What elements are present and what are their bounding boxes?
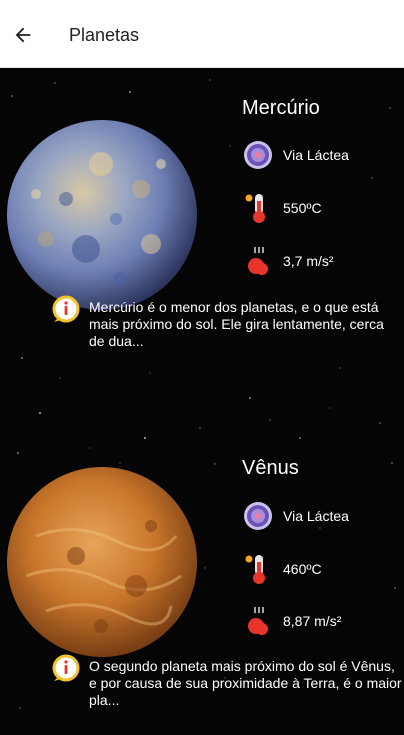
galaxy-icon [242, 500, 274, 532]
galaxy-value: Via Láctea [283, 508, 349, 524]
temperature-value: 460ºC [283, 561, 322, 577]
back-button[interactable] [8, 20, 38, 50]
galaxy-row: Via Láctea [242, 139, 349, 171]
planet-description: Mercúrio é o menor dos planetas, e o que… [52, 295, 402, 350]
planet-name: Mercúrio [242, 97, 320, 119]
gravity-value: 8,87 m/s² [283, 613, 342, 629]
arrow-left-icon [15, 27, 31, 43]
venus-planet-image [7, 467, 197, 657]
thermometer-icon [242, 192, 274, 224]
planet-name: Vênus [242, 457, 299, 479]
description-text: Mercúrio é o menor dos planetas, e o que… [89, 299, 384, 349]
gravity-icon [242, 245, 274, 277]
temperature-row: 550ºC [242, 192, 322, 224]
info-icon [52, 654, 80, 682]
gravity-icon [242, 605, 274, 637]
planet-description: O segundo planeta mais próximo do sol é … [52, 654, 402, 709]
galaxy-value: Via Láctea [283, 147, 349, 163]
gravity-value: 3,7 m/s² [283, 253, 334, 269]
gravity-row: 3,7 m/s² [242, 245, 334, 277]
description-text: O segundo planeta mais próximo do sol é … [89, 658, 402, 708]
app-bar: Planetas [0, 0, 404, 68]
galaxy-row: Via Láctea [242, 500, 349, 532]
mercury-planet-image [7, 120, 197, 310]
gravity-row: 8,87 m/s² [242, 605, 341, 637]
info-icon [52, 295, 80, 323]
temperature-value: 550ºC [283, 200, 322, 216]
page-title: Planetas [69, 25, 140, 45]
planet-list[interactable]: Mercúrio Via Láctea 550ºC 3,7 m/s² Mercú… [0, 68, 404, 735]
temperature-row: 460ºC [242, 553, 322, 585]
galaxy-icon [242, 139, 274, 171]
thermometer-icon [242, 553, 274, 585]
